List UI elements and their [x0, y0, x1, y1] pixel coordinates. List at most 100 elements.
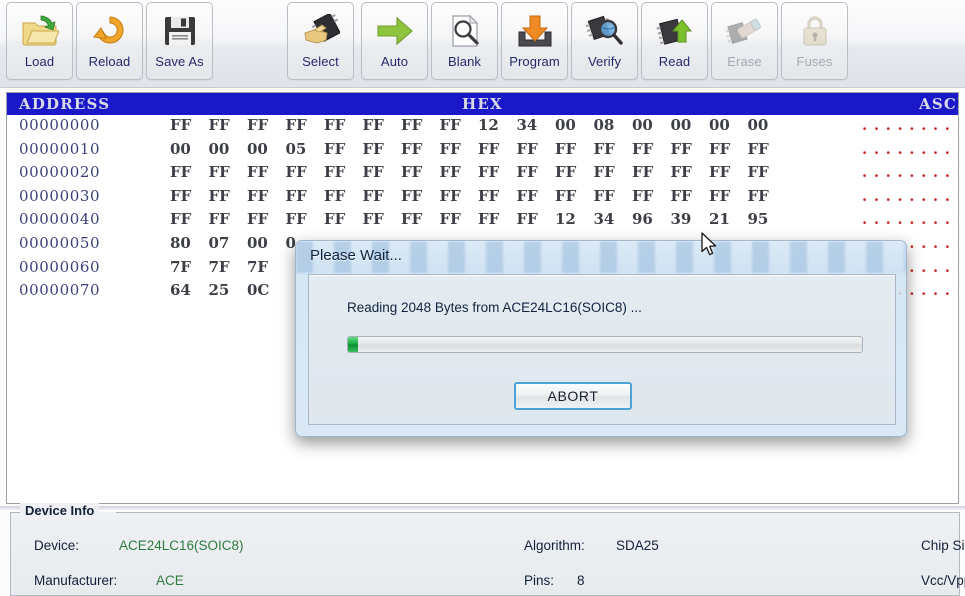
toolbar-button-read[interactable]: Read [641, 2, 708, 80]
hex-byte-cell[interactable]: FF [401, 140, 440, 158]
hex-byte-cell[interactable]: FF [440, 187, 479, 205]
hex-byte-cell[interactable]: FF [594, 140, 633, 158]
hex-byte-cell[interactable]: 05 [286, 140, 325, 158]
hex-byte-cell[interactable]: 80 [170, 234, 209, 252]
hex-row[interactable]: 00000010 00 00 00 05 FF FF FF FF FF FF FF FF FF FF FF FF… [7, 139, 958, 163]
hex-byte-cell[interactable]: FF [748, 187, 787, 205]
hex-byte-cell[interactable]: FF [748, 140, 787, 158]
hex-byte-cell[interactable]: 00 [748, 116, 787, 134]
hex-byte-cell[interactable]: 7F [247, 258, 286, 276]
hex-byte-cell[interactable]: FF [363, 187, 402, 205]
hex-byte-cell[interactable]: FF [286, 210, 325, 228]
hex-byte-cell[interactable]: FF [748, 163, 787, 181]
toolbar-button-blank[interactable]: Blank [431, 2, 498, 80]
hex-byte-cell[interactable]: 21 [709, 210, 748, 228]
hex-row-bytes[interactable]: 00 00 00 05 FF FF FF FF FF FF FF FF FF FF FF FF [170, 140, 786, 158]
hex-byte-cell[interactable]: FF [632, 163, 671, 181]
hex-byte-cell[interactable]: FF [632, 140, 671, 158]
hex-byte-cell[interactable]: FF [209, 187, 248, 205]
toolbar-button-program[interactable]: Program [501, 2, 568, 80]
hex-byte-cell[interactable]: FF [478, 210, 517, 228]
hex-byte-cell[interactable]: FF [517, 140, 556, 158]
hex-byte-cell[interactable]: FF [209, 163, 248, 181]
hex-byte-cell[interactable]: 00 [247, 234, 286, 252]
hex-byte-cell[interactable]: FF [170, 116, 209, 134]
hex-byte-cell[interactable]: FF [478, 163, 517, 181]
hex-byte-cell[interactable]: FF [555, 187, 594, 205]
hex-byte-cell[interactable]: FF [517, 163, 556, 181]
hex-byte-cell[interactable]: FF [170, 187, 209, 205]
abort-button[interactable]: ABORT [514, 382, 632, 410]
toolbar-button-load[interactable]: Load [6, 2, 73, 80]
hex-byte-cell[interactable]: FF [632, 187, 671, 205]
hex-byte-cell[interactable]: FF [555, 140, 594, 158]
hex-byte-cell[interactable]: 39 [671, 210, 710, 228]
hex-byte-cell[interactable]: FF [440, 210, 479, 228]
toolbar-button-reload[interactable]: Reload [76, 2, 143, 80]
toolbar-button-select[interactable]: Select [287, 2, 354, 80]
hex-byte-cell[interactable]: 00 [671, 116, 710, 134]
hex-byte-cell[interactable]: FF [247, 210, 286, 228]
hex-byte-cell[interactable]: 00 [209, 140, 248, 158]
hex-byte-cell[interactable]: FF [363, 116, 402, 134]
hex-byte-cell[interactable]: 12 [555, 210, 594, 228]
hex-byte-cell[interactable]: FF [671, 140, 710, 158]
hex-byte-cell[interactable]: FF [324, 187, 363, 205]
hex-byte-cell[interactable]: 96 [632, 210, 671, 228]
hex-byte-cell[interactable]: FF [363, 210, 402, 228]
hex-byte-cell[interactable]: FF [478, 187, 517, 205]
hex-byte-cell[interactable]: FF [209, 116, 248, 134]
hex-byte-cell[interactable]: FF [170, 210, 209, 228]
hex-byte-cell[interactable]: 34 [517, 116, 556, 134]
hex-byte-cell[interactable]: FF [247, 163, 286, 181]
hex-byte-cell[interactable]: FF [401, 187, 440, 205]
hex-row[interactable]: 00000030 FF FF FF FF FF FF FF FF FF FF FF FF FF FF FF FF… [7, 186, 958, 210]
hex-row-bytes[interactable]: FF FF FF FF FF FF FF FF FF FF 12 34 96 39 21 95 [170, 210, 786, 228]
hex-byte-cell[interactable]: 00 [555, 116, 594, 134]
hex-byte-cell[interactable]: FF [324, 116, 363, 134]
hex-byte-cell[interactable]: FF [324, 140, 363, 158]
hex-row-bytes[interactable]: FF FF FF FF FF FF FF FF FF FF FF FF FF FF FF FF [170, 187, 786, 205]
hex-byte-cell[interactable]: 07 [209, 234, 248, 252]
hex-byte-cell[interactable]: FF [478, 140, 517, 158]
hex-byte-cell[interactable]: FF [286, 116, 325, 134]
hex-byte-cell[interactable]: 25 [209, 281, 248, 299]
hex-byte-cell[interactable]: FF [594, 163, 633, 181]
hex-byte-cell[interactable]: 00 [247, 140, 286, 158]
hex-byte-cell[interactable]: 64 [170, 281, 209, 299]
hex-row-bytes[interactable]: FF FF FF FF FF FF FF FF FF FF FF FF FF FF FF FF [170, 163, 786, 181]
hex-byte-cell[interactable]: FF [170, 163, 209, 181]
hex-byte-cell[interactable]: FF [671, 163, 710, 181]
hex-byte-cell[interactable]: 7F [170, 258, 209, 276]
hex-byte-cell[interactable]: FF [594, 187, 633, 205]
hex-byte-cell[interactable]: 7F [209, 258, 248, 276]
hex-row[interactable]: 00000040 FF FF FF FF FF FF FF FF FF FF 12 34 96 39 21 95… [7, 209, 958, 233]
hex-byte-cell[interactable]: 08 [594, 116, 633, 134]
hex-byte-cell[interactable]: FF [363, 140, 402, 158]
hex-byte-cell[interactable]: FF [709, 140, 748, 158]
hex-byte-cell[interactable]: 00 [632, 116, 671, 134]
hex-byte-cell[interactable]: FF [324, 210, 363, 228]
hex-byte-cell[interactable]: FF [401, 116, 440, 134]
hex-byte-cell[interactable]: 95 [748, 210, 787, 228]
hex-byte-cell[interactable]: FF [440, 116, 479, 134]
hex-byte-cell[interactable]: FF [517, 187, 556, 205]
hex-byte-cell[interactable]: FF [286, 187, 325, 205]
hex-byte-cell[interactable]: FF [247, 116, 286, 134]
hex-byte-cell[interactable]: FF [440, 163, 479, 181]
hex-byte-cell[interactable]: FF [401, 163, 440, 181]
toolbar-button-verify[interactable]: Verify [571, 2, 638, 80]
hex-byte-cell[interactable]: 00 [709, 116, 748, 134]
hex-byte-cell[interactable]: 12 [478, 116, 517, 134]
hex-row[interactable]: 00000020 FF FF FF FF FF FF FF FF FF FF FF FF FF FF FF FF… [7, 162, 958, 186]
hex-byte-cell[interactable]: FF [555, 163, 594, 181]
hex-byte-cell[interactable]: FF [363, 163, 402, 181]
toolbar-button-auto[interactable]: Auto [361, 2, 428, 80]
hex-byte-cell[interactable]: 0C [247, 281, 286, 299]
hex-byte-cell[interactable]: FF [401, 210, 440, 228]
hex-byte-cell[interactable]: FF [671, 187, 710, 205]
hex-byte-cell[interactable]: FF [440, 140, 479, 158]
hex-row-bytes[interactable]: FF FF FF FF FF FF FF FF 12 34 00 08 00 00 00 00 [170, 116, 786, 134]
hex-byte-cell[interactable]: FF [709, 187, 748, 205]
hex-byte-cell[interactable]: 00 [170, 140, 209, 158]
